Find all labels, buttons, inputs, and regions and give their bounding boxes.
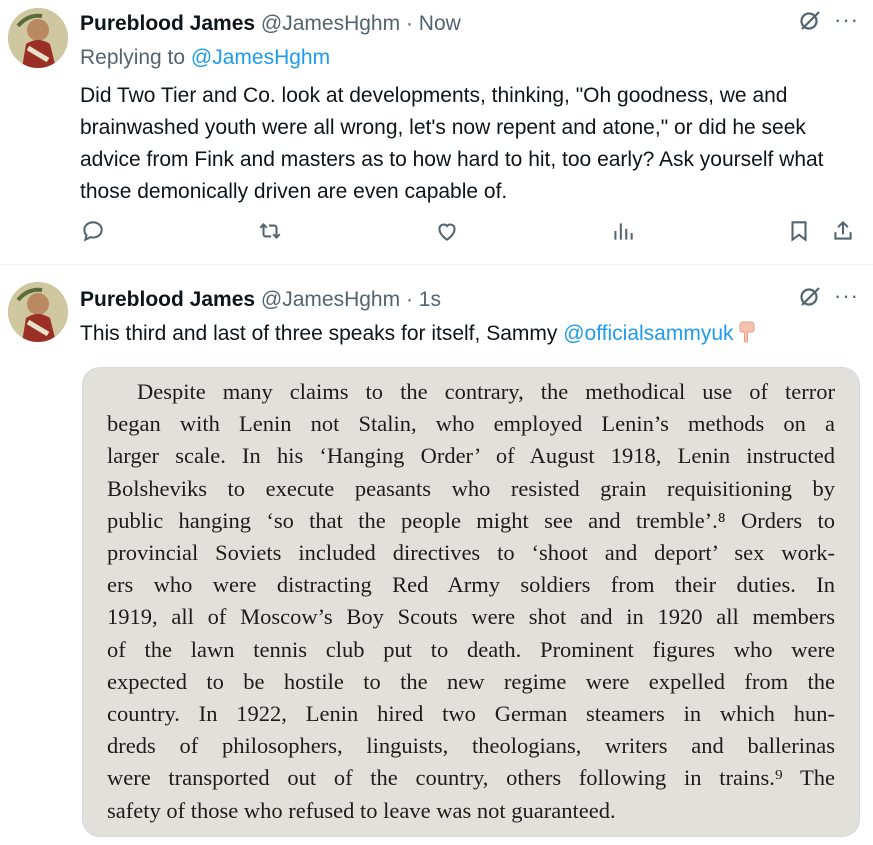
book-line: provincial Soviets included directives t… [107,540,835,566]
book-line: public hanging ‘so that the people might… [107,507,835,533]
tweet-header: Pureblood James @JamesHghm · 1s [80,285,873,315]
avatar-image [8,282,68,342]
book-line: began with Lenin not Stalin, who employe… [107,411,835,437]
tweet-reply-1[interactable]: Pureblood James @JamesHghm · Now ··· Rep… [0,0,873,262]
tweet-text: This third and last of three speaks for … [80,318,833,350]
book-line: Bolsheviks to execute peasants who resis… [107,475,835,501]
book-line: safety of those who refused to leave was… [107,797,616,823]
share-icon[interactable] [830,218,858,246]
grok-icon[interactable] [798,8,822,32]
book-line: of the lawn tennis club put to death. Pr… [107,636,835,662]
avatar-image [8,8,68,68]
book-line: larger scale. In his ‘Hanging Order’ of … [107,443,835,469]
more-options-icon[interactable]: ··· [834,9,859,31]
separator-dot: · [405,12,413,35]
tweet-text: Did Two Tier and Co. look at development… [80,84,824,203]
tweet-header: Pureblood James @JamesHghm · Now [80,9,873,39]
grok-icon[interactable] [798,284,822,308]
book-line: country. In 1922, Lenin hired two German… [107,701,835,727]
replying-prefix: Replying to [80,46,191,69]
book-line: 1919, all of Moscow’s Boy Scouts were sh… [107,604,835,630]
mention-link[interactable]: @officialsammyuk [563,322,733,345]
reply-icon[interactable] [80,218,108,246]
book-line: dreds of philosophers, linguists, theolo… [107,733,835,759]
book-line: ers who were distracting Red Army soldie… [107,572,835,598]
replying-to: Replying to @JamesHghm [80,43,330,73]
display-name[interactable]: Pureblood James [80,12,255,35]
bookmark-icon[interactable] [786,218,814,246]
more-options-icon[interactable]: ··· [834,285,859,307]
tweet-top-actions: ··· [798,284,859,308]
tweet-text-main: This third and last of three speaks for … [80,322,564,345]
user-handle[interactable]: @JamesHghm [261,12,400,35]
avatar[interactable] [8,282,68,342]
like-icon[interactable] [434,218,462,246]
tweet-action-bar [80,218,859,250]
timestamp[interactable]: Now [419,12,461,35]
tweet-top-actions: ··· [798,8,859,32]
retweet-icon[interactable] [257,218,285,246]
book-line: Despite many claims to the contrary, the… [137,379,835,404]
replying-handle-link[interactable]: @JamesHghm [191,46,330,69]
avatar[interactable] [8,8,68,68]
pointing-down-emoji [738,321,758,343]
views-icon[interactable] [610,218,638,246]
tweet-divider [0,264,873,265]
attached-image-book-page[interactable]: Despite many claims to the contrary, the… [82,367,860,837]
book-line: expected to be hostile to the new regime… [107,668,835,694]
separator-dot: · [405,288,413,311]
book-page-text: Despite many claims to the contrary, the… [107,376,835,827]
timestamp[interactable]: 1s [419,288,441,311]
display-name[interactable]: Pureblood James [80,288,255,311]
user-handle[interactable]: @JamesHghm [261,288,400,311]
book-line: were transported out of the country, oth… [107,765,835,791]
